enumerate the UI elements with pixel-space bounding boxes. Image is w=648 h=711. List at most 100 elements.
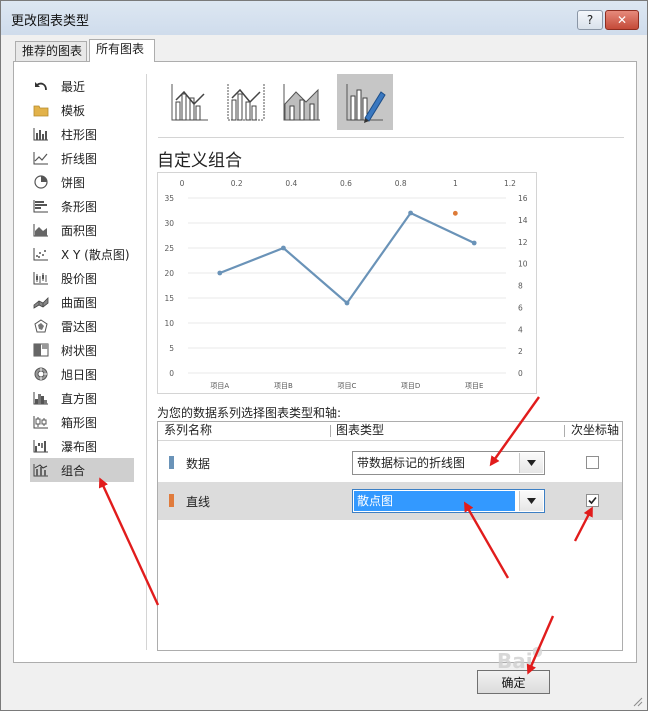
y-left-tick-label: 25 [164,244,174,253]
x-category-label: 项目D [401,382,420,390]
header-rule [158,440,622,441]
custom-combination-icon [346,84,386,123]
chart-type-combo[interactable]: 组合 [30,458,134,482]
chart-type-label: 最近 [61,79,86,94]
title-bar: 更改图表类型 ? ✕ [1,1,647,35]
y-right-tick-label: 14 [518,216,528,225]
radar-chart-icon [32,318,50,334]
y-left-tick-label: 20 [164,269,174,278]
chart-type-label: 旭日图 [61,367,98,382]
series-color-swatch [169,494,174,507]
y-right-tick-label: 2 [518,347,523,356]
y-left-tick-label: 5 [169,344,174,353]
close-icon: ✕ [616,13,628,27]
chart-type-sunburst[interactable]: 旭日图 [30,362,134,386]
chart-type-dropdown[interactable]: 散点图 [352,489,545,513]
chart-type-label: 组合 [61,463,86,478]
line-chart-icon [32,150,50,166]
chart-type-histogram[interactable]: 直方图 [30,386,134,410]
chart-type-box-whisker[interactable]: 箱形图 [30,410,134,434]
x-category-label: 项目B [274,382,293,390]
chart-type-label: 曲面图 [61,295,98,310]
chart-type-templates[interactable]: 模板 [30,98,134,122]
histogram-chart-icon [32,390,50,406]
x-top-tick-label: 1.2 [504,179,516,188]
line-marker [344,300,350,306]
chart-type-stock[interactable]: 股价图 [30,266,134,290]
chart-type-label: 折线图 [61,151,98,166]
pie-chart-icon [32,174,50,190]
chart-type-label: X Y (散点图) [61,247,130,262]
clustered-column-line-secondary-axis-icon [227,84,265,121]
x-top-tick-label: 0 [180,179,185,188]
chart-type-area[interactable]: 面积图 [30,218,134,242]
area-chart-icon [32,222,50,238]
chart-type-bar[interactable]: 条形图 [30,194,134,218]
header-divider [564,425,565,437]
combo-chart-icon [32,462,50,478]
stacked-area-clustered-column-icon [283,84,320,121]
chart-type-waterfall[interactable]: 瀑布图 [30,434,134,458]
ok-button[interactable]: 确定 [477,670,550,694]
chart-type-surface[interactable]: 曲面图 [30,290,134,314]
chart-type-label: 柱形图 [61,127,98,142]
box-chart-icon [32,414,50,430]
secondary-axis-checkbox[interactable] [586,456,599,469]
line-marker [217,270,223,276]
series-panel-caption: 为您的数据系列选择图表类型和轴: [157,406,342,420]
chart-type-label: 面积图 [61,223,98,238]
line-marker [471,240,477,246]
clustered-column-line-secondary-axis-option[interactable] [218,74,274,130]
chart-type-pie[interactable]: 饼图 [30,170,134,194]
folder-icon [32,102,50,118]
chart-type-treemap[interactable]: 树状图 [30,338,134,362]
secondary-axis-checkbox[interactable] [586,494,599,507]
dropdown-button[interactable] [519,491,543,511]
treemap-chart-icon [32,342,50,358]
chart-preview-svg: 0 5 10 15 20 25 30 35 0 2 4 6 8 10 12 14 16 0 0.2 0.4 0.6 0.8… [164,179,528,390]
y-left-tick-label: 15 [164,294,174,303]
panel-divider [146,74,147,650]
chart-type-label: 条形图 [61,199,98,214]
series-row-line: 直线 散点图 [158,482,622,520]
help-button[interactable]: ? [577,10,603,30]
chart-type-column[interactable]: 柱形图 [30,122,134,146]
x-category-label: 项目C [338,382,357,390]
help-icon: ? [586,13,594,27]
y-right-tick-label: 8 [518,282,523,291]
change-chart-type-dialog: 更改图表类型 ? ✕ 推荐的图表 所有图表 最近 模板 柱形图 折线图 饼图 条… [0,0,648,711]
clustered-column-line-option[interactable] [162,74,218,130]
chart-type-dropdown[interactable]: 带数据标记的折线图 [352,451,545,475]
close-button[interactable]: ✕ [605,10,639,30]
bar-chart-icon [32,198,50,214]
chart-type-recent[interactable]: 最近 [30,74,134,98]
chevron-down-icon [527,460,536,466]
x-category-label: 项目E [465,382,483,390]
custom-combination-option[interactable] [337,74,393,130]
y-right-tick-label: 0 [518,369,523,378]
stacked-area-clustered-column-option[interactable] [274,74,330,130]
waterfall-chart-icon [32,438,50,454]
series-table: 系列名称 图表类型 次坐标轴 数据 带数据标记的折线图 直线 散点图 [157,421,623,651]
chart-type-label: 瀑布图 [61,439,98,454]
tab-recommended[interactable]: 推荐的图表 [15,41,87,61]
dropdown-value: 散点图 [354,491,515,511]
x-top-tick-label: 0.6 [340,179,352,188]
chevron-down-icon [527,498,536,504]
dropdown-button[interactable] [519,453,543,473]
header-series-name: 系列名称 [164,423,213,437]
resize-grip-icon[interactable] [631,695,643,707]
y-right-tick-label: 4 [518,325,523,334]
y-right-tick-label: 12 [518,238,528,247]
stock-chart-icon [32,270,50,286]
chart-type-scatter[interactable]: X Y (散点图) [30,242,134,266]
chart-type-label: 树状图 [61,343,98,358]
tab-all-charts[interactable]: 所有图表 [89,39,155,62]
chart-type-radar[interactable]: 雷达图 [30,314,134,338]
sunburst-chart-icon [32,366,50,382]
y-right-tick-label: 6 [518,303,523,312]
series-name: 直线 [186,495,211,509]
x-top-tick-label: 0.4 [285,179,297,188]
header-divider [330,425,331,437]
chart-type-line[interactable]: 折线图 [30,146,134,170]
